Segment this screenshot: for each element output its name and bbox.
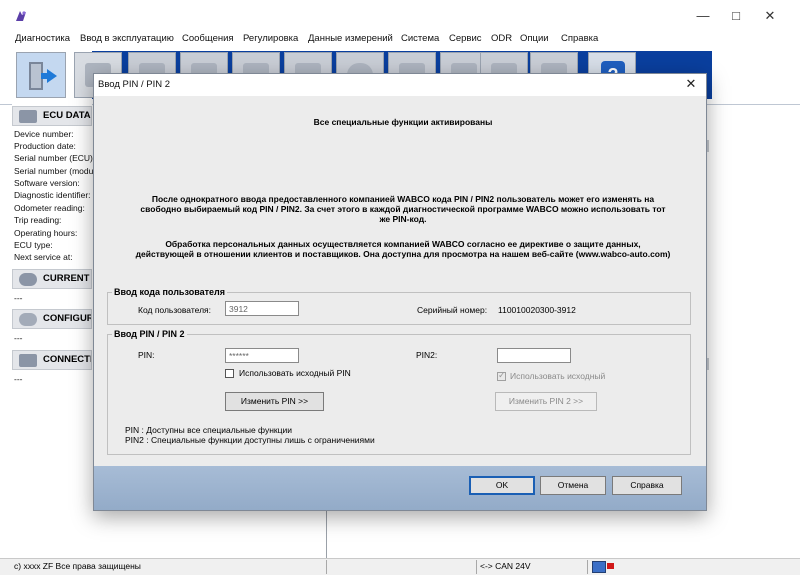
connection-icon — [19, 354, 37, 367]
menu-odr[interactable]: ODR — [491, 33, 512, 44]
use-original-pin-label: Использовать исходный PIN — [239, 368, 351, 378]
ok-button[interactable]: OK — [469, 476, 535, 495]
use-original-pin-checkbox[interactable] — [225, 369, 234, 378]
user-code-input[interactable] — [225, 301, 299, 316]
menu-measurements[interactable]: Данные измерений — [308, 33, 393, 44]
pin-dialog: Ввод PIN / PIN 2 ✕ Все специальные функц… — [93, 73, 707, 511]
app-titlebar: — □ ✕ — [0, 0, 800, 30]
dialog-close-icon[interactable]: ✕ — [682, 75, 700, 93]
interface-icon — [592, 561, 606, 573]
pin-group-title: Ввод PIN / PIN 2 — [112, 329, 187, 339]
change-pin-text-2: свободно выбираемый код PIN / PIN2. За с… — [140, 204, 666, 214]
maximize-icon[interactable]: □ — [721, 6, 751, 26]
copyright-text: c) xxxx ZF Все права защищены — [14, 561, 141, 571]
activated-text: Все специальные функции активированы — [313, 117, 493, 127]
pin2-note: PIN2 : Специальные функции доступны лишь… — [125, 435, 375, 445]
menu-service[interactable]: Сервис — [449, 33, 482, 44]
privacy-text-2: действующей в отношении клиентов и поста… — [135, 249, 671, 259]
pin-input[interactable] — [225, 348, 299, 363]
user-code-group: Ввод кода пользователя Код пользователя:… — [107, 287, 691, 325]
ecu-operating-hours: Operating hours: — [14, 228, 78, 238]
magnifier-icon — [19, 273, 37, 286]
left-info-panel: ECU DATA Device number: Production date:… — [12, 104, 96, 556]
menu-adjustment[interactable]: Регулировка — [243, 33, 298, 44]
use-original-pin2-checkbox — [497, 370, 506, 381]
dialog-titlebar: Ввод PIN / PIN 2 ✕ — [94, 74, 706, 96]
pin-group: Ввод PIN / PIN 2 PIN: PIN2: Использовать… — [107, 329, 691, 455]
status-bar: c) xxxx ZF Все права защищены <-> CAN 24… — [0, 558, 800, 575]
ecu-production-date: Production date: — [14, 141, 76, 151]
user-code-group-title: Ввод кода пользователя — [112, 287, 227, 297]
exit-button[interactable] — [16, 52, 66, 98]
pin2-input[interactable] — [497, 348, 571, 363]
change-pin-text-1: После однократного ввода предоставленног… — [151, 194, 655, 204]
change-pin-button[interactable]: Изменить PIN >> — [225, 392, 324, 411]
user-code-label: Код пользователя: — [138, 305, 212, 315]
dialog-title: Ввод PIN / PIN 2 — [98, 79, 171, 90]
ecu-data-header[interactable]: ECU DATA — [12, 106, 92, 126]
configuration-value: --- — [14, 333, 23, 343]
ecu-software-version: Software version: — [14, 178, 80, 188]
ecu-serial-ecu: Serial number (ECU): — [14, 153, 96, 163]
ecu-device-number: Device number: — [14, 129, 74, 139]
dialog-body: Все специальные функции активированы Пос… — [94, 96, 706, 466]
help-button[interactable]: Справка — [612, 476, 682, 495]
cancel-button[interactable]: Отмена — [540, 476, 606, 495]
menu-help[interactable]: Справка — [561, 33, 598, 44]
info-message: Все специальные функции активированы Пос… — [107, 96, 699, 283]
current-value: --- — [14, 293, 23, 303]
ecu-trip: Trip reading: — [14, 215, 62, 225]
ecu-type: ECU type: — [14, 240, 53, 250]
use-original-pin2-label: Использовать исходный — [510, 371, 606, 381]
ecu-chip-icon — [19, 110, 37, 123]
connected-value: --- — [14, 374, 23, 384]
gear-icon — [19, 313, 37, 326]
configuration-header[interactable]: CONFIGURA — [12, 309, 92, 329]
ecu-odometer: Odometer reading: — [14, 203, 85, 213]
menu-messages[interactable]: Сообщения — [182, 33, 234, 44]
menu-options[interactable]: Опции — [520, 33, 549, 44]
serial-number-label: Серийный номер: — [417, 305, 488, 315]
menu-system[interactable]: Система — [401, 33, 439, 44]
connection-status-red-icon — [607, 563, 614, 569]
menu-bar: Диагностика Ввод в эксплуатацию Сообщени… — [0, 30, 800, 48]
app-logo-icon — [16, 11, 26, 21]
ecu-diagnostic-id: Diagnostic identifier: — [14, 190, 91, 200]
ecu-next-service: Next service at: — [14, 252, 73, 262]
pin2-label: PIN2: — [416, 350, 438, 360]
ecu-serial-module: Serial number (modul — [14, 166, 96, 176]
pin-label: PIN: — [138, 350, 155, 360]
close-window-icon[interactable]: ✕ — [755, 6, 785, 26]
change-pin2-button: Изменить PIN 2 >> — [495, 392, 597, 411]
current-header[interactable]: CURRENT M — [12, 269, 92, 289]
dialog-footer: OK Отмена Справка — [94, 466, 706, 510]
pin-note: PIN : Доступны все специальные функции — [125, 425, 292, 435]
menu-commissioning[interactable]: Ввод в эксплуатацию — [80, 33, 174, 44]
serial-number-value: 110010020300-3912 — [498, 305, 576, 315]
change-pin-text-3: же PIN-код. — [379, 214, 427, 224]
privacy-text-1: Обработка персональных данных осуществля… — [165, 239, 641, 249]
connected-header[interactable]: CONNECTEI — [12, 350, 92, 370]
menu-diagnostics[interactable]: Диагностика — [15, 33, 70, 44]
can-status: <-> CAN 24V — [480, 561, 531, 571]
minimize-icon[interactable]: — — [688, 6, 718, 26]
exit-door-icon — [29, 62, 57, 90]
